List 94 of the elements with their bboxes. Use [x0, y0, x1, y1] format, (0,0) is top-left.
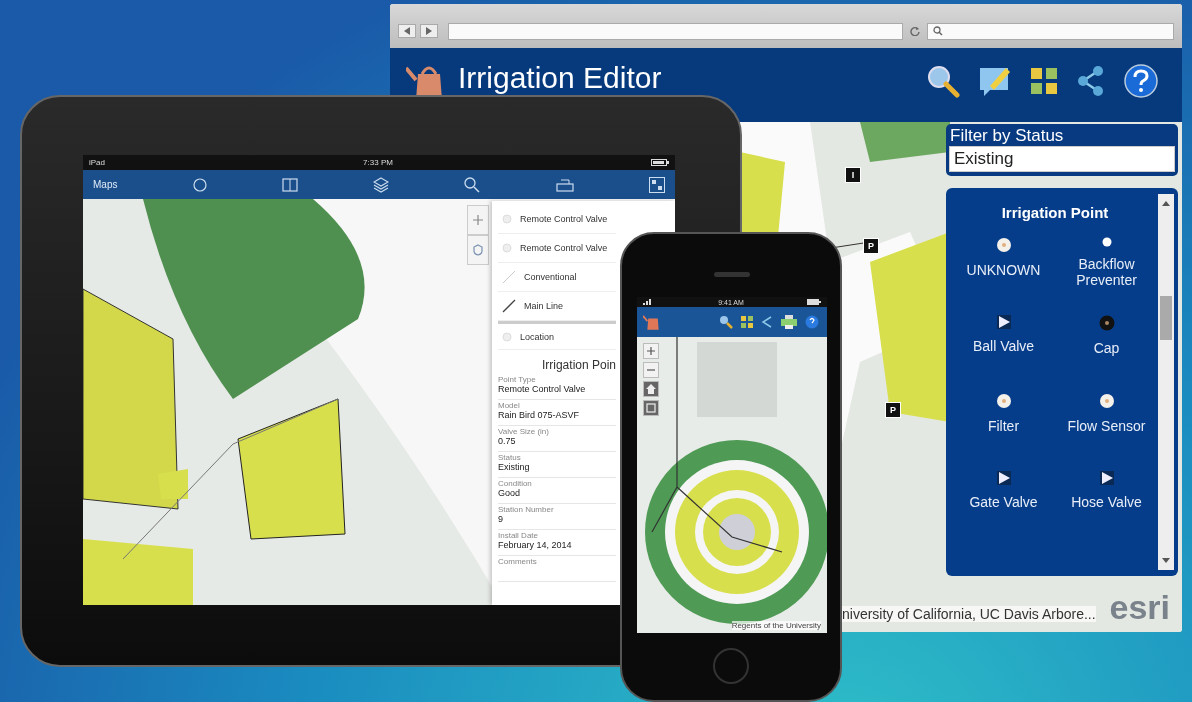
esri-logo: esri	[1109, 590, 1170, 624]
legend-label: Gate Valve	[968, 494, 1039, 510]
filter-dropdown[interactable]: Existing	[949, 146, 1175, 172]
legend-label: Filter	[986, 418, 1021, 434]
search-field[interactable]	[927, 22, 1174, 40]
point-symbol-icon	[502, 243, 512, 253]
location-label: Location	[520, 331, 555, 342]
address-field[interactable]	[448, 22, 903, 40]
help-icon[interactable]	[1124, 64, 1158, 98]
home-button[interactable]	[643, 381, 659, 397]
battery-icon	[807, 299, 821, 305]
field-label: Station Number	[498, 505, 555, 514]
app-title: Irrigation Editor	[458, 62, 662, 94]
map-attribution: niversity of California, UC Davis Arbore...	[842, 606, 1096, 622]
field-value: 0.75	[498, 436, 517, 446]
legend-label: Flow Sensor	[1066, 418, 1147, 434]
grid-icon[interactable]	[741, 316, 753, 328]
field-label: Point Type	[498, 375, 537, 384]
right-arrow-icon	[426, 27, 432, 35]
square-icon	[646, 403, 656, 413]
scroll-down-icon[interactable]	[1162, 558, 1170, 564]
field-label: Valve Size (in)	[498, 427, 550, 436]
left-arrow-icon	[404, 27, 410, 35]
map-marker[interactable]: I	[845, 167, 861, 183]
triangle-symbol-icon	[1099, 471, 1114, 485]
line-symbol-icon	[502, 299, 516, 313]
field-label: Model	[498, 401, 521, 410]
scrollbar[interactable]	[1158, 194, 1174, 570]
circle-symbol-icon	[1098, 393, 1115, 409]
layers-icon[interactable]	[373, 176, 390, 193]
grid-icon[interactable]	[1030, 67, 1058, 95]
map-marker[interactable]: P	[863, 238, 879, 254]
printer-icon[interactable]	[781, 315, 797, 329]
field-label: Status	[498, 453, 522, 462]
field-value: Remote Control Valve	[498, 384, 587, 394]
home-icon	[646, 384, 656, 394]
field-value: Rain Bird 075-ASVF	[498, 410, 581, 420]
field-value: 9	[498, 514, 504, 524]
shield-icon	[473, 244, 483, 256]
field-value: Good	[498, 488, 522, 498]
qr-code-icon[interactable]	[648, 176, 665, 193]
map-attribution: Regents of the University	[731, 621, 821, 630]
legend-label: Ball Valve	[971, 338, 1036, 354]
carrier-label: iPad	[89, 158, 105, 167]
legend-label: Hose Valve	[1070, 494, 1143, 510]
zoom-in-button[interactable]	[643, 343, 659, 359]
share-icon[interactable]	[1076, 65, 1106, 97]
line-symbol-icon	[502, 270, 516, 284]
locate-button[interactable]	[643, 400, 659, 416]
triangle-symbol-icon	[996, 471, 1011, 485]
reload-icon[interactable]	[910, 26, 920, 36]
map-marker[interactable]: P	[885, 402, 901, 418]
circle-symbol-icon	[995, 393, 1012, 409]
legend-title: Irrigation Point	[1000, 204, 1110, 221]
share-icon[interactable]	[761, 315, 773, 329]
field-value: Existing	[498, 462, 531, 472]
legend-label: Backflow Preventer	[1075, 256, 1138, 288]
book-icon[interactable]	[281, 177, 298, 192]
plus-icon	[647, 347, 655, 355]
forward-button[interactable]	[420, 24, 438, 38]
battery-icon	[651, 159, 669, 166]
tray-icon[interactable]	[555, 177, 574, 192]
layer-row[interactable]: Remote Control Valve	[498, 234, 616, 263]
layer-row[interactable]: Remote Control Valve	[498, 205, 616, 234]
legend-label: UNKNOWN	[965, 262, 1042, 278]
field-value: February 14, 2014	[498, 540, 573, 550]
zoom-out-button[interactable]	[643, 362, 659, 378]
circle-icon[interactable]	[192, 177, 207, 192]
back-button[interactable]	[398, 24, 416, 38]
search-icon[interactable]	[926, 64, 960, 98]
plus-icon	[473, 215, 483, 225]
layer-row[interactable]: Conventional	[498, 263, 616, 292]
point-symbol-icon	[502, 331, 512, 342]
minus-icon	[647, 366, 655, 374]
layer-row[interactable]: Main Line	[498, 292, 616, 321]
circle-symbol-icon	[1098, 315, 1115, 331]
maps-button[interactable]: Maps	[93, 179, 118, 190]
point-symbol-icon	[502, 214, 512, 224]
triangle-symbol-icon	[996, 315, 1011, 329]
circle-symbol-icon	[995, 237, 1012, 253]
help-icon[interactable]	[805, 315, 819, 329]
field-label: Condition	[498, 479, 533, 488]
search-icon[interactable]	[719, 315, 733, 329]
detail-title: Irrigation Poin	[540, 358, 616, 372]
field-label: Comments	[498, 557, 538, 566]
legend-label: Cap	[1092, 340, 1121, 356]
dot-symbol-icon	[1101, 237, 1112, 247]
clock-label: 7:33 PM	[363, 158, 393, 167]
scroll-up-icon[interactable]	[1162, 200, 1170, 206]
field-label: Install Date	[498, 531, 540, 540]
search-icon[interactable]	[464, 176, 481, 193]
filter-label: Filter by Status	[949, 126, 1065, 146]
search-icon	[933, 26, 943, 36]
scrollbar-thumb[interactable]	[1160, 296, 1172, 340]
